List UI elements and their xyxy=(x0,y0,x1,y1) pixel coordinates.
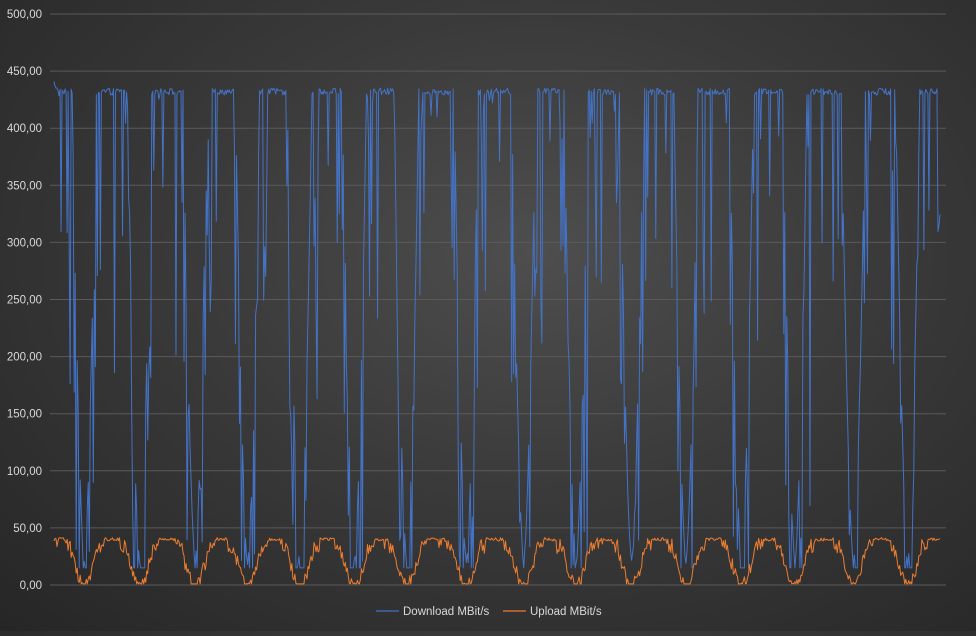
y-tick-label: 350,00 xyxy=(7,180,42,192)
y-tick-label: 400,00 xyxy=(7,123,42,135)
series-download-line xyxy=(53,81,941,569)
y-tick-label: 100,00 xyxy=(7,466,42,478)
chart: 0,00 50,00 100,00 150,00 200,00 250,00 300,00 3… xyxy=(0,0,976,631)
legend-download-label: Download MBit/s xyxy=(403,606,490,618)
chart-svg: 0,00 50,00 100,00 150,00 200,00 250,00 300,00 3… xyxy=(7,9,946,618)
legend-upload-label: Upload MBit/s xyxy=(530,606,602,618)
y-tick-label: 450,00 xyxy=(7,66,42,78)
series-upload-line xyxy=(53,537,941,585)
y-tick-label: 150,00 xyxy=(7,409,42,421)
y-tick-label: 0,00 xyxy=(20,580,42,592)
legend: Download MBit/s Upload MBit/s xyxy=(376,606,602,618)
y-tick-label: 500,00 xyxy=(7,9,42,21)
series-lines xyxy=(53,81,941,585)
y-axis-ticks: 0,00 50,00 100,00 150,00 200,00 250,00 300,00 3… xyxy=(7,9,42,592)
y-tick-label: 50,00 xyxy=(13,523,42,535)
y-tick-label: 250,00 xyxy=(7,295,42,307)
y-tick-label: 200,00 xyxy=(7,352,42,364)
y-tick-label: 300,00 xyxy=(7,237,42,249)
